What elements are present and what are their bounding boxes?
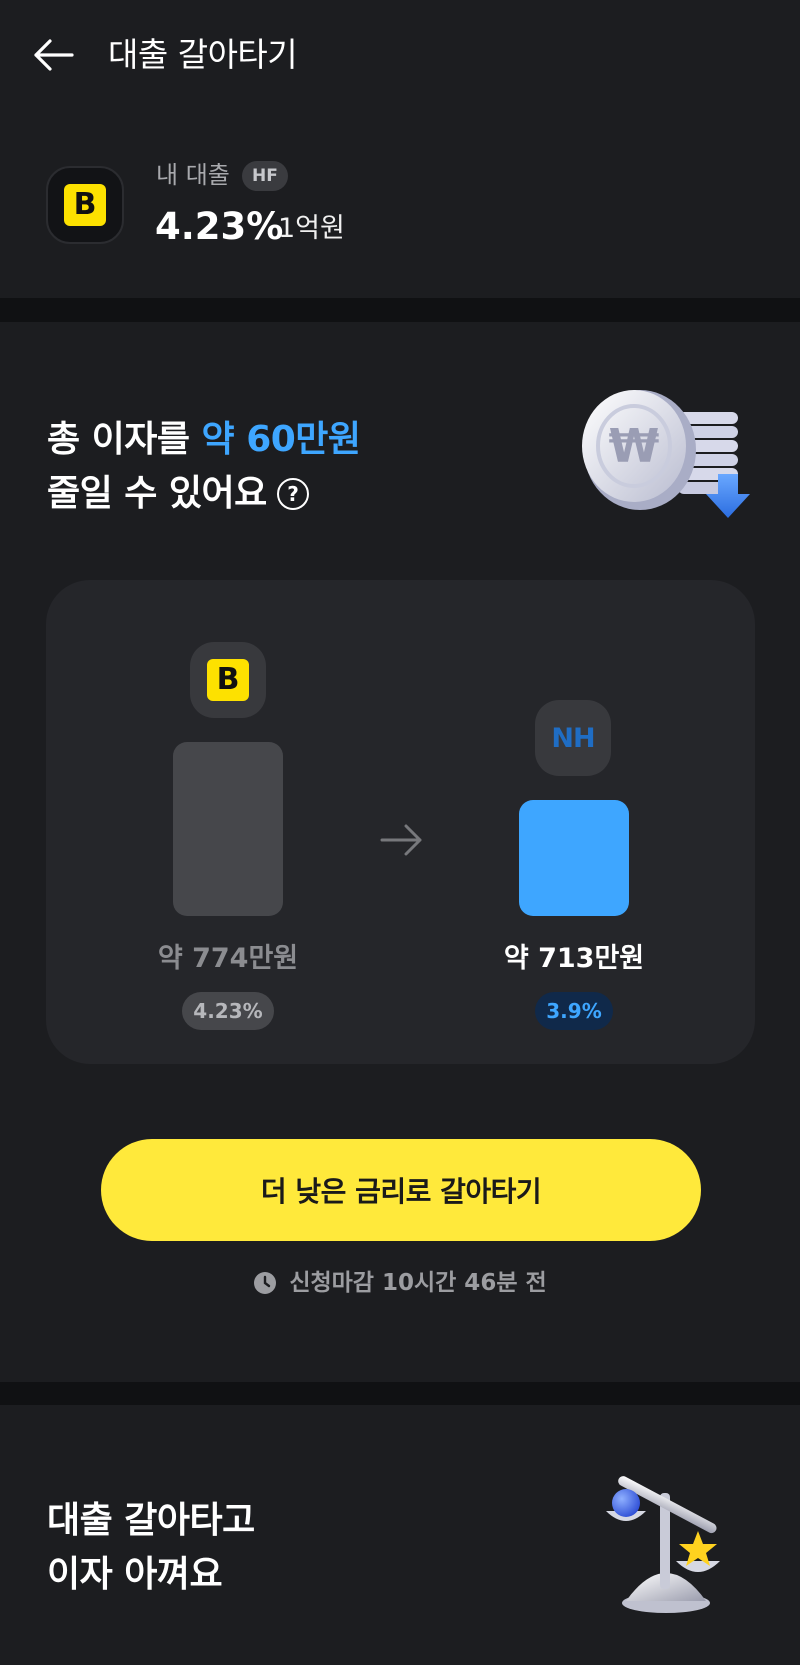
current-bank-logo: B xyxy=(190,642,266,718)
balance-scale-icon xyxy=(606,1476,720,1613)
my-loan-label: 내 대출 xyxy=(156,161,230,189)
kb-logo-icon: B xyxy=(207,659,249,701)
new-bank-logo: NH xyxy=(535,700,611,776)
loan-type-badge: HF xyxy=(242,161,288,191)
deadline-text: 신청마감 10시간 46분 전 xyxy=(289,1270,547,1296)
current-interest-bar xyxy=(173,742,283,916)
my-loan-amount: 1억원 xyxy=(278,213,345,244)
current-total-interest: 약 774만원 xyxy=(157,943,299,974)
app-header: 대출 갈아타기 xyxy=(0,0,800,110)
headline-line2-text: 줄일 수 있어요 xyxy=(47,473,267,514)
promo-title-line2: 이자 아껴요 xyxy=(47,1554,223,1595)
page-title: 대출 갈아타기 xyxy=(108,35,298,74)
arrow-right-icon xyxy=(380,824,422,856)
my-loan-card[interactable]: B 내 대출 HF 4.23% 1억원 xyxy=(0,110,800,298)
svg-text:₩: ₩ xyxy=(609,419,660,473)
my-loan-rate: 4.23% xyxy=(155,205,284,248)
promo-section: 대출 갈아타고 이자 아껴요 xyxy=(0,1405,800,1665)
arrow-left-icon xyxy=(34,39,74,71)
new-total-interest: 약 713만원 xyxy=(503,943,645,974)
savings-headline-line2: 줄일 수 있어요 ? xyxy=(47,468,309,520)
nh-logo-icon: NH xyxy=(551,722,595,754)
switch-loan-button[interactable]: 더 낮은 금리로 갈아타기 xyxy=(101,1139,701,1241)
new-interest-bar xyxy=(519,800,629,916)
savings-section: 총 이자를 약 60만원 줄일 수 있어요 ? ₩ B NH 약 774만원 약… xyxy=(0,322,800,1382)
application-deadline: 신청마감 10시간 46분 전 xyxy=(0,1266,800,1300)
help-icon[interactable]: ? xyxy=(276,478,309,510)
clock-icon xyxy=(254,1272,277,1294)
kb-logo-icon: B xyxy=(64,184,106,226)
current-rate-badge: 4.23% xyxy=(182,992,274,1030)
back-button[interactable] xyxy=(30,32,76,78)
savings-headline: 총 이자를 약 60만원 xyxy=(47,414,361,466)
my-bank-logo: B xyxy=(46,166,124,244)
interest-comparison-card: B NH 약 774만원 약 713만원 4.23% 3.9% xyxy=(46,580,755,1064)
won-coin-stack-down-icon: ₩ xyxy=(582,390,750,518)
promo-title-line1: 대출 갈아타고 xyxy=(47,1500,255,1541)
new-rate-badge: 3.9% xyxy=(535,992,613,1030)
savings-amount-highlight: 약 60만원 xyxy=(201,419,362,460)
headline-prefix: 총 이자를 xyxy=(47,419,202,460)
